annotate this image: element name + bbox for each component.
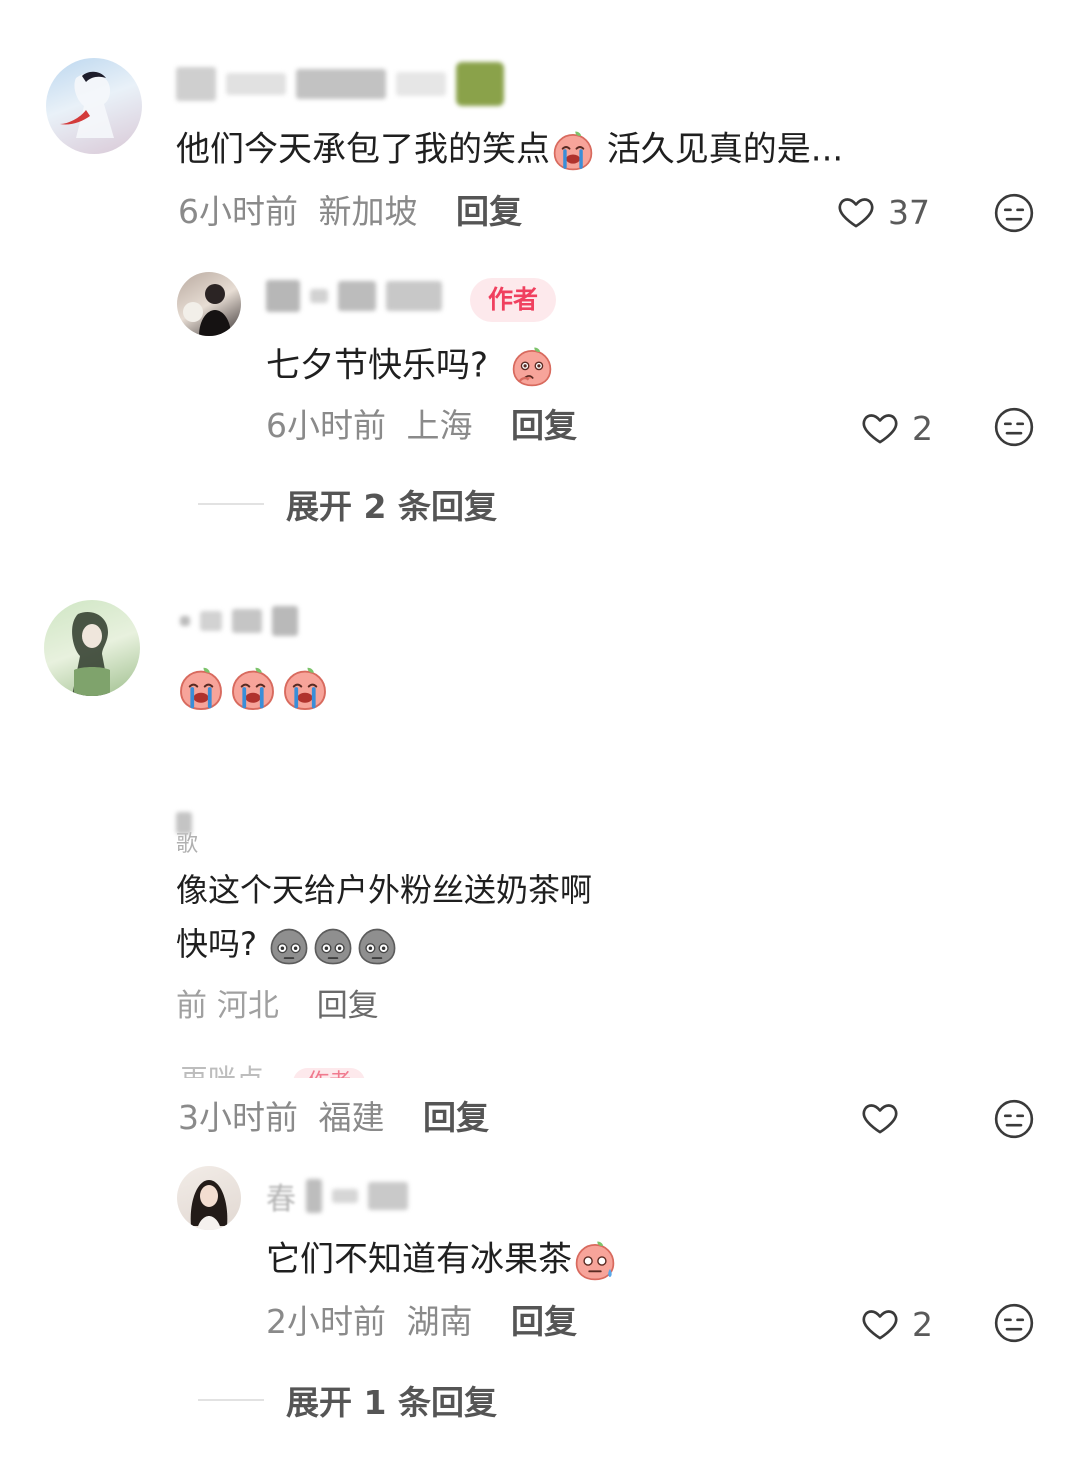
like-count: 2 bbox=[912, 408, 933, 448]
reply-button[interactable]: 回复 bbox=[456, 192, 522, 231]
expand-replies-label: 展开 2 条回复 bbox=[286, 487, 497, 526]
reply-location: 湖南 bbox=[406, 1302, 473, 1341]
comment-meta: 6小时前 新加坡 回复 bbox=[178, 192, 522, 232]
expand-replies-label: 展开 1 条回复 bbox=[286, 1383, 497, 1422]
reply-meta: 6小时前 上海 回复 bbox=[266, 406, 577, 446]
expand-replies-button[interactable]: 展开 1 条回复 bbox=[198, 1376, 497, 1424]
comment-meta-partial: 前 河北 回复 bbox=[176, 986, 379, 1026]
reply-button[interactable]: 回复 bbox=[511, 1302, 577, 1341]
comment-text-line1: 像这个天给户外粉丝送奶茶啊 bbox=[176, 871, 593, 909]
reply-button[interactable]: 回复 bbox=[317, 988, 379, 1024]
reply-time: 6小时前 bbox=[266, 406, 386, 445]
heart-icon bbox=[860, 1098, 900, 1138]
peach-crying-emoji-icon bbox=[228, 664, 278, 714]
avatar-image bbox=[60, 71, 114, 138]
like-count: 2 bbox=[912, 1304, 933, 1344]
comment-location: 新加坡 bbox=[318, 192, 418, 231]
username-blurred[interactable] bbox=[176, 62, 504, 106]
comment-text: 他们今天承包了我的笑点 活久见真的是... bbox=[176, 128, 843, 174]
reply-text: 它们不知道有冰果茶 bbox=[266, 1238, 618, 1284]
divider-line bbox=[198, 1399, 264, 1401]
comment-location: 福建 bbox=[318, 1098, 385, 1137]
dislike-icon[interactable] bbox=[993, 192, 1035, 234]
author-badge: 作者 bbox=[470, 278, 557, 322]
username-blurred[interactable] bbox=[266, 280, 442, 312]
username-partial: 歌 bbox=[176, 832, 199, 857]
username-blurred[interactable]: 春 bbox=[266, 1174, 408, 1218]
gray-face-emoji-icon bbox=[355, 924, 399, 968]
comment-text-line2: 快吗? bbox=[176, 924, 399, 968]
peach-crying-emoji-icon bbox=[550, 128, 596, 174]
comment-time: 3小时前 bbox=[178, 1098, 298, 1137]
dislike-icon[interactable] bbox=[993, 406, 1035, 448]
comment-emoji-row bbox=[176, 664, 330, 714]
comment-location-partial: 前 河北 bbox=[176, 988, 279, 1024]
avatar-image bbox=[183, 284, 231, 336]
heart-icon bbox=[860, 408, 900, 448]
heart-icon bbox=[860, 1304, 900, 1344]
peach-shocked-emoji-icon bbox=[509, 344, 555, 390]
reply-button[interactable]: 回复 bbox=[511, 406, 577, 445]
like-button[interactable]: 2 bbox=[860, 1304, 933, 1344]
avatar-image bbox=[190, 1180, 228, 1230]
avatar[interactable] bbox=[46, 58, 142, 154]
comment-time: 6小时前 bbox=[178, 192, 298, 231]
expand-replies-button[interactable]: 展开 2 条回复 bbox=[198, 480, 497, 528]
heart-icon bbox=[836, 192, 876, 232]
username-blurred[interactable]: 歌 bbox=[176, 812, 198, 856]
like-button[interactable]: 2 bbox=[860, 408, 933, 448]
like-button[interactable]: 37 bbox=[836, 192, 930, 232]
avatar-image bbox=[72, 612, 110, 696]
dislike-icon[interactable] bbox=[993, 1098, 1035, 1140]
gray-face-emoji-icon bbox=[311, 924, 355, 968]
avatar[interactable] bbox=[177, 272, 241, 336]
overlay-divider bbox=[0, 1078, 1080, 1082]
dislike-icon[interactable] bbox=[993, 1302, 1035, 1344]
reply-button[interactable]: 回复 bbox=[423, 1098, 489, 1137]
gray-face-emoji-icon bbox=[267, 924, 311, 968]
username-partial: 春 bbox=[266, 1182, 296, 1217]
avatar[interactable] bbox=[177, 1166, 241, 1230]
username-blurred[interactable] bbox=[180, 606, 298, 636]
like-count: 37 bbox=[888, 192, 930, 232]
divider-line bbox=[198, 503, 264, 505]
like-button[interactable] bbox=[860, 1098, 900, 1138]
reply-text: 七夕节快乐吗? bbox=[266, 344, 555, 390]
comment-meta: 3小时前 福建 回复 bbox=[178, 1098, 489, 1138]
peach-crying-emoji-icon bbox=[280, 664, 330, 714]
reply-time: 2小时前 bbox=[266, 1302, 386, 1341]
reply-meta: 2小时前 湖南 回复 bbox=[266, 1302, 577, 1342]
peach-crying-emoji-icon bbox=[176, 664, 226, 714]
peach-sweat-emoji-icon bbox=[572, 1238, 618, 1284]
avatar[interactable] bbox=[44, 600, 140, 696]
reply-location: 上海 bbox=[406, 406, 473, 445]
